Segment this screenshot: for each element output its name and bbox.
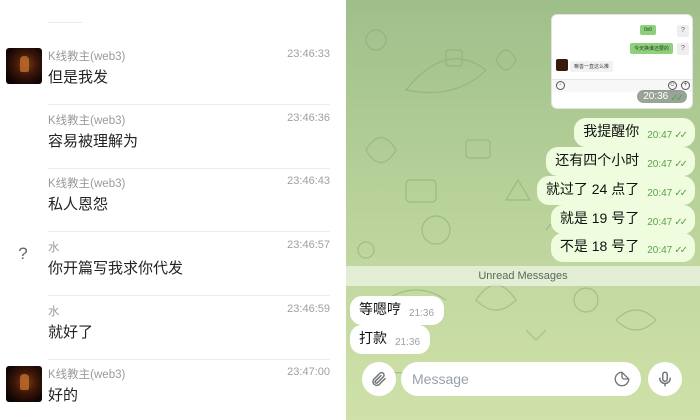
outgoing-message[interactable]: 还有四个小时 20:47 ✓✓ <box>546 147 695 176</box>
message-text: 我提醒你 <box>583 123 640 139</box>
message-time: 20:47 <box>647 130 673 141</box>
voice-icon: ◦ <box>556 81 565 90</box>
message-time: 20:47 <box>647 159 673 170</box>
paperclip-icon[interactable] <box>362 362 396 396</box>
list-item[interactable]: ? 水 23:46:57 你开篇写我求你代发 <box>0 237 346 301</box>
message-text: 不是 18 号了 <box>559 238 640 254</box>
list-item[interactable]: 水 23:46:59 就好了 <box>0 301 346 365</box>
avatar[interactable] <box>6 366 42 402</box>
message-time: 20:36 ✓✓ <box>637 90 687 104</box>
microphone-icon[interactable] <box>648 362 682 396</box>
message-text: 打款 <box>359 330 387 346</box>
incoming-message[interactable]: 打款 21:36 <box>350 325 431 354</box>
message-text: 就好了 <box>48 324 94 341</box>
message-text: 但是我发 <box>48 69 109 86</box>
sender-name: K线教主(web3) <box>48 369 126 381</box>
message-text: 你开篇写我求你代发 <box>48 260 184 277</box>
message-time: 23:46:59 <box>287 303 330 315</box>
avatar <box>556 59 568 71</box>
message-time: 23:46:57 <box>287 239 330 251</box>
image-text: 今天换谁还要的 <box>630 43 674 54</box>
message-placeholder: Message <box>412 371 469 387</box>
emoji-icon: ☺ <box>668 81 677 90</box>
outgoing-message[interactable]: 就过了 24 点了 20:47 ✓✓ <box>536 176 695 205</box>
image-text: 0x0 <box>640 25 657 35</box>
message-time: 20:47 <box>647 188 673 199</box>
message-time: 20:47 <box>647 245 673 256</box>
message-input[interactable]: Message <box>401 362 641 396</box>
incoming-message[interactable]: 等嗯哼 21:36 <box>350 296 445 325</box>
sender-name: K线教主(web3) <box>48 115 126 127</box>
unread-messages-divider: Unread Messages <box>346 266 700 286</box>
message-time: 23:46:43 <box>287 175 330 187</box>
screenshot-image-bubble[interactable]: 0x0 ? 今天换谁还要的 ? 嘛善一直这么推 ◦ ☺ + 20:36 ✓✓ <box>551 14 693 109</box>
image-text: ? <box>677 43 689 55</box>
double-check-icon: ✓✓ <box>674 217 688 228</box>
divider <box>48 359 330 360</box>
outgoing-message[interactable]: 就是 19 号了 20:47 ✓✓ <box>550 205 695 234</box>
sender-name: K线教主(web3) <box>48 178 126 190</box>
divider <box>48 168 330 169</box>
message-time: 21:36 <box>395 337 421 348</box>
sender-name: 水 <box>48 306 60 318</box>
list-item[interactable]: K线教主(web3) 23:47:00 好的 <box>0 364 346 420</box>
outgoing-message[interactable]: 我提醒你 20:47 ✓✓ <box>574 118 695 147</box>
message-text: 容易被理解为 <box>48 133 139 150</box>
sender-name: 水 <box>48 242 60 254</box>
message-text: 就是 19 号了 <box>559 210 640 226</box>
divider <box>48 295 330 296</box>
message-text: 就过了 24 点了 <box>545 181 640 197</box>
double-check-icon: ✓✓ <box>674 188 688 199</box>
image-text: 嘛善一直这么推 <box>570 61 614 72</box>
double-check-icon: ✓✓ <box>674 159 688 170</box>
message-text: 私人恩怨 <box>48 196 109 213</box>
list-item[interactable]: K线教主(web3) 23:46:36 容易被理解为 <box>0 110 346 174</box>
chat-log-panel: K线教主(web3) 23:46:33 但是我发 K线教主(web3) 23:4… <box>0 0 346 420</box>
telegram-chat-panel: 0x0 ? 今天换谁还要的 ? 嘛善一直这么推 ◦ ☺ + 20:36 ✓✓ 我提… <box>346 0 700 420</box>
divider <box>48 231 330 232</box>
question-mark-icon[interactable]: ? <box>10 237 36 273</box>
message-time: 21:36 <box>409 308 435 319</box>
divider <box>48 22 82 23</box>
double-check-icon: ✓✓ <box>674 130 688 141</box>
divider <box>48 104 330 105</box>
sender-name: K线教主(web3) <box>48 51 126 63</box>
message-text: 等嗯哼 <box>359 301 401 317</box>
outgoing-message[interactable]: 不是 18 号了 20:47 ✓✓ <box>550 233 695 262</box>
message-time: 23:46:33 <box>287 48 330 60</box>
sticker-icon[interactable] <box>613 370 631 388</box>
message-time: 23:47:00 <box>287 366 330 378</box>
plus-icon: + <box>681 81 690 90</box>
list-item[interactable]: K线教主(web3) 23:46:43 私人恩怨 <box>0 173 346 237</box>
double-check-icon: ✓✓ <box>674 245 688 256</box>
message-text: 好的 <box>48 387 79 404</box>
message-time: 23:46:36 <box>287 112 330 124</box>
message-time: 20:47 <box>647 217 673 228</box>
double-check-icon: ✓✓ <box>670 93 684 104</box>
list-item[interactable]: K线教主(web3) 23:46:33 但是我发 <box>0 46 346 110</box>
message-text: 还有四个小时 <box>555 152 640 168</box>
image-text: ? <box>677 25 689 37</box>
avatar[interactable] <box>6 48 42 84</box>
